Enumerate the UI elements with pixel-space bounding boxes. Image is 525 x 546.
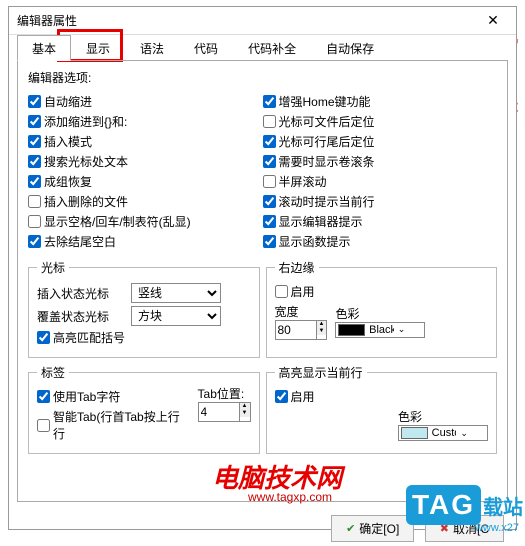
tab-pos-input[interactable] [199, 403, 239, 421]
options-right-column: 增强Home键功能光标可文件后定位光标可行尾后定位需要时显示卷滚条半屏滚动滚动时… [263, 90, 498, 253]
opt-right-checkbox-5[interactable]: 滚动时提示当前行 [263, 193, 498, 210]
cursor-group: 光标 插入状态光标 竖线 覆盖状态光标 方块 高亮匹配括号 [28, 259, 260, 358]
highlight-brace-checkbox[interactable]: 高亮匹配括号 [37, 329, 251, 346]
opt-left-checkbox-4[interactable]: 成组恢复 [28, 173, 263, 190]
margin-enable-checkbox[interactable]: 启用 [275, 283, 489, 300]
opt-left-checkbox-7[interactable]: 去除结尾空白 [28, 233, 263, 250]
x-icon: ✖ [440, 522, 449, 535]
overwrite-cursor-label: 覆盖状态光标 [37, 308, 123, 325]
tab-basic[interactable]: 基本 [17, 35, 71, 61]
opt-left-checkbox-5[interactable]: 插入删除的文件 [28, 193, 263, 210]
dialog-title: 编辑器属性 [17, 12, 77, 29]
opt-right-checkbox-1[interactable]: 光标可文件后定位 [263, 113, 498, 130]
tab-pos-spinner[interactable]: ▲▼ [198, 402, 251, 422]
color-swatch [338, 324, 365, 336]
highlight-line-group: 高亮显示当前行 启用 色彩 Custom...⌄ [266, 364, 498, 454]
margin-color-label: 色彩 [335, 305, 425, 322]
opt-right-checkbox-2[interactable]: 光标可行尾后定位 [263, 133, 498, 150]
opt-right-checkbox-3[interactable]: 需要时显示卷滚条 [263, 153, 498, 170]
check-icon: ✔ [346, 522, 355, 535]
hlline-enable-checkbox[interactable]: 启用 [275, 388, 489, 405]
tab-panel-basic: 编辑器选项: 自动缩进添加缩进到{}和: 插入模式搜索光标处文本成组恢复插入删除的… [17, 60, 508, 502]
opt-left-checkbox-0[interactable]: 自动缩进 [28, 93, 263, 110]
right-margin-group: 右边缘 启用 宽度 ▲▼ 色彩 [266, 259, 498, 358]
opt-left-checkbox-1[interactable]: 添加缩进到{}和: [28, 113, 263, 130]
hlline-color-select[interactable]: Custom...⌄ [398, 425, 488, 441]
tab-code[interactable]: 代码 [179, 35, 233, 61]
color-swatch [401, 427, 428, 439]
tab-display[interactable]: 显示 [71, 35, 125, 61]
tab-bar: 基本 显示 语法 代码 代码补全 自动保存 [9, 35, 516, 61]
margin-width-spinner[interactable]: ▲▼ [275, 320, 328, 340]
tab-completion[interactable]: 代码补全 [233, 35, 311, 61]
margin-width-input[interactable] [276, 321, 316, 339]
overwrite-cursor-select[interactable]: 方块 [131, 306, 221, 326]
hlline-color-label: 色彩 [398, 408, 488, 425]
opt-left-checkbox-3[interactable]: 搜索光标处文本 [28, 153, 263, 170]
margin-color-select[interactable]: Black⌄ [335, 322, 425, 338]
hlline-legend: 高亮显示当前行 [275, 364, 367, 381]
tab-autosave[interactable]: 自动保存 [311, 35, 389, 61]
opt-right-checkbox-7[interactable]: 显示函数提示 [263, 233, 498, 250]
opt-left-checkbox-6[interactable]: 显示空格/回车/制表符(乱显) [28, 213, 263, 230]
opt-right-checkbox-0[interactable]: 增强Home键功能 [263, 93, 498, 110]
opt-right-checkbox-4[interactable]: 半屏滚动 [263, 173, 498, 190]
ok-button[interactable]: ✔确定[O] [331, 515, 414, 542]
margin-legend: 右边缘 [275, 259, 319, 276]
insert-cursor-select[interactable]: 竖线 [131, 283, 221, 303]
editor-properties-dialog: 编辑器属性 ✕ 基本 显示 语法 代码 代码补全 自动保存 编辑器选项: 自动缩… [8, 6, 517, 530]
options-left-column: 自动缩进添加缩进到{}和: 插入模式搜索光标处文本成组恢复插入删除的文件显示空格/… [28, 90, 263, 253]
opt-left-checkbox-2[interactable]: 插入模式 [28, 133, 263, 150]
insert-cursor-label: 插入状态光标 [37, 285, 123, 302]
tag-watermark-url: www.x27 [475, 522, 519, 534]
smart-tab-checkbox[interactable]: 智能Tab(行首Tab按上行行 [37, 408, 192, 442]
use-tab-checkbox[interactable]: 使用Tab字符 [37, 388, 192, 405]
tab-syntax[interactable]: 语法 [125, 35, 179, 61]
titlebar: 编辑器属性 ✕ [9, 7, 516, 35]
tabchars-legend: 标签 [37, 364, 69, 381]
spinner-up-icon[interactable]: ▲ [317, 321, 327, 328]
tab-chars-group: 标签 使用Tab字符 智能Tab(行首Tab按上行行 Tab位置: ▲▼ [28, 364, 260, 454]
margin-width-label: 宽度 [275, 303, 328, 320]
editor-options-label: 编辑器选项: [28, 69, 497, 86]
button-bar: ✔确定[O] ✖取消[C [9, 511, 516, 546]
opt-right-checkbox-6[interactable]: 显示编辑器提示 [263, 213, 498, 230]
spinner-down-icon[interactable]: ▼ [240, 410, 250, 417]
close-button[interactable]: ✕ [478, 10, 508, 32]
tab-pos-label: Tab位置: [198, 385, 251, 402]
cursor-legend: 光标 [37, 259, 69, 276]
spinner-up-icon[interactable]: ▲ [240, 403, 250, 410]
chevron-down-icon: ⌄ [398, 324, 423, 335]
spinner-down-icon[interactable]: ▼ [317, 328, 327, 335]
chevron-down-icon: ⌄ [460, 428, 485, 439]
